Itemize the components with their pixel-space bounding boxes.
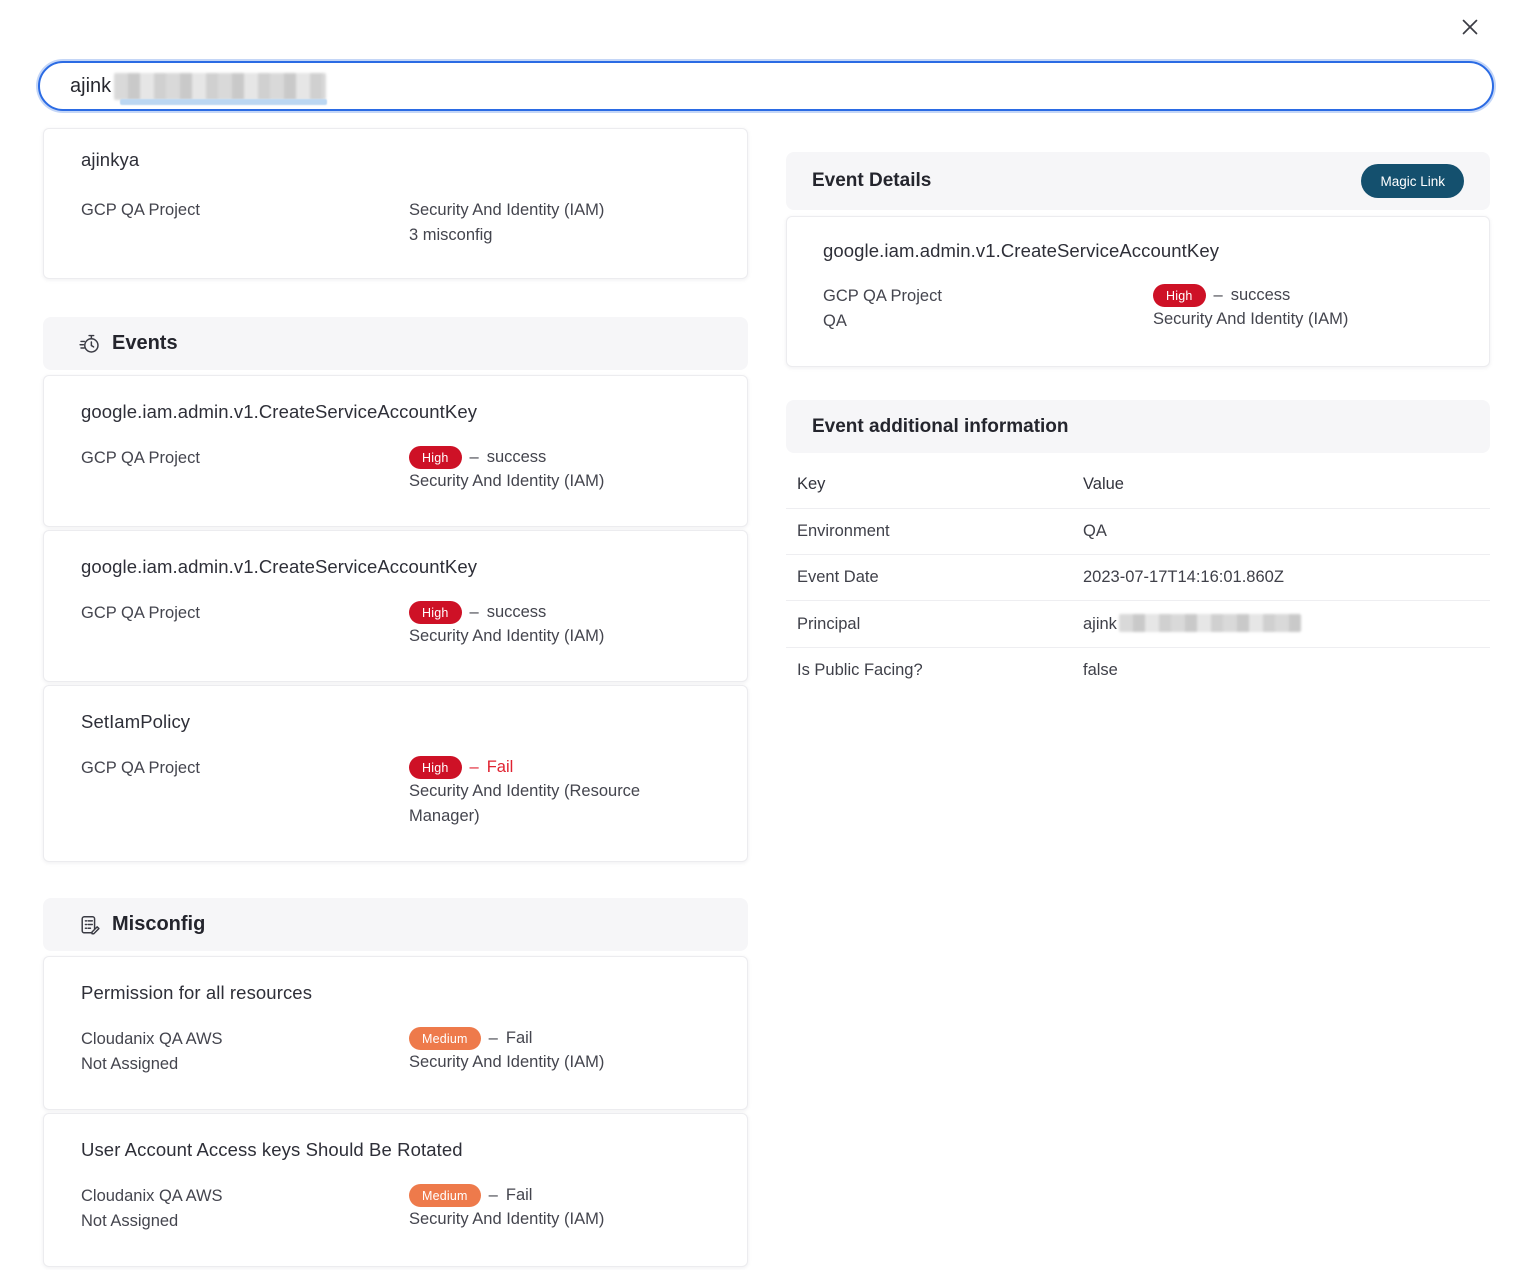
status-dash: – [470, 758, 479, 777]
search-input[interactable]: ajink [38, 61, 1494, 111]
events-section-title: Events [112, 332, 178, 355]
misconfig-title: Permission for all resources [81, 982, 710, 1004]
misconfig-result-card[interactable]: User Account Access keys Should Be Rotat… [43, 1113, 748, 1267]
event-account: GCP QA Project [81, 446, 409, 494]
search-query-redacted [114, 73, 326, 100]
misconfig-title: User Account Access keys Should Be Rotat… [81, 1139, 710, 1161]
event-account: GCP QA Project [81, 756, 409, 829]
resource-title: ajinkya [81, 149, 710, 171]
event-title: SetIamPolicy [81, 711, 710, 733]
event-details-environment: QA [823, 309, 1153, 334]
magic-link-button[interactable]: Magic Link [1361, 164, 1464, 198]
event-additional-header: Event additional information [786, 400, 1490, 453]
event-details-category: Security And Identity (IAM) [1153, 307, 1453, 332]
table-row: Event Date 2023-07-17T14:16:01.860Z [786, 555, 1490, 601]
results-layout: ajinkya GCP QA Project Security And Iden… [43, 128, 1490, 1270]
kv-value: 2023-07-17T14:16:01.860Z [1083, 568, 1490, 587]
event-category: Security And Identity (IAM) [409, 624, 710, 649]
severity-badge: Medium [409, 1027, 481, 1050]
event-details-status: success [1231, 286, 1291, 305]
stopwatch-icon [79, 333, 101, 355]
severity-badge: Medium [409, 1184, 481, 1207]
kv-value-principal: ajink [1083, 614, 1490, 634]
misconfig-assignee: Not Assigned [81, 1052, 409, 1077]
misconfig-result-card[interactable]: Permission for all resources Cloudanix Q… [43, 956, 748, 1110]
resource-category: Security And Identity (IAM) [409, 198, 710, 223]
misconfig-section-header: Misconfig [43, 898, 748, 951]
event-category: Security And Identity (IAM) [409, 469, 710, 494]
kv-key: Principal [797, 615, 1083, 634]
misconfig-status: Fail [506, 1029, 533, 1048]
checklist-pencil-icon [79, 914, 101, 936]
severity-badge: High [409, 446, 462, 469]
principal-redacted [1119, 614, 1301, 632]
event-additional-section: Event additional information Key Value E… [786, 400, 1490, 693]
kv-value: false [1083, 661, 1490, 680]
close-icon [1459, 16, 1481, 38]
event-title: google.iam.admin.v1.CreateServiceAccount… [81, 401, 710, 423]
severity-badge: High [409, 601, 462, 624]
kv-col-key: Key [797, 475, 1083, 494]
event-account: GCP QA Project [81, 601, 409, 649]
event-details-header: Event Details Magic Link [786, 152, 1490, 210]
event-result-card[interactable]: SetIamPolicy GCP QA Project High – Fail … [43, 685, 748, 862]
event-status: Fail [487, 758, 514, 777]
resource-result-card[interactable]: ajinkya GCP QA Project Security And Iden… [43, 128, 748, 279]
kv-table-header: Key Value [786, 459, 1490, 509]
resource-misconfig-count: 3 misconfig [409, 223, 710, 248]
kv-key: Environment [797, 522, 1083, 541]
results-column: ajinkya GCP QA Project Security And Iden… [43, 128, 748, 1270]
event-details-card: google.iam.admin.v1.CreateServiceAccount… [786, 216, 1490, 367]
misconfig-status: Fail [506, 1186, 533, 1205]
table-row: Is Public Facing? false [786, 648, 1490, 693]
event-result-card[interactable]: google.iam.admin.v1.CreateServiceAccount… [43, 375, 748, 527]
event-status: success [487, 448, 547, 467]
events-section-header: Events [43, 317, 748, 370]
search-redacted-underline [120, 99, 327, 105]
misconfig-category: Security And Identity (IAM) [409, 1050, 710, 1075]
table-row: Principal ajink [786, 601, 1490, 648]
event-status: success [487, 603, 547, 622]
search-query-text: ajink [70, 75, 111, 98]
close-button[interactable] [1455, 12, 1485, 42]
event-details-title: Event Details [812, 170, 931, 192]
status-dash: – [1214, 286, 1223, 305]
misconfig-account: Cloudanix QA AWS [81, 1027, 409, 1052]
status-dash: – [489, 1029, 498, 1048]
resource-account: GCP QA Project [81, 198, 409, 248]
misconfig-section-title: Misconfig [112, 913, 205, 936]
event-title: google.iam.admin.v1.CreateServiceAccount… [81, 556, 710, 578]
status-dash: – [470, 448, 479, 467]
event-additional-title: Event additional information [812, 416, 1069, 438]
severity-badge: High [1153, 284, 1206, 307]
kv-value: QA [1083, 522, 1490, 541]
event-details-event-title: google.iam.admin.v1.CreateServiceAccount… [823, 240, 1453, 262]
kv-col-value: Value [1083, 475, 1490, 494]
status-dash: – [470, 603, 479, 622]
severity-badge: High [409, 756, 462, 779]
kv-key: Is Public Facing? [797, 661, 1083, 680]
event-result-card[interactable]: google.iam.admin.v1.CreateServiceAccount… [43, 530, 748, 682]
kv-key: Event Date [797, 568, 1083, 587]
event-category: Security And Identity (Resource Manager) [409, 779, 710, 829]
table-row: Environment QA [786, 509, 1490, 555]
misconfig-assignee: Not Assigned [81, 1209, 409, 1234]
misconfig-account: Cloudanix QA AWS [81, 1184, 409, 1209]
details-column: Event Details Magic Link google.iam.admi… [786, 128, 1490, 1270]
status-dash: – [489, 1186, 498, 1205]
misconfig-category: Security And Identity (IAM) [409, 1207, 710, 1232]
event-details-account: GCP QA Project [823, 284, 1153, 309]
